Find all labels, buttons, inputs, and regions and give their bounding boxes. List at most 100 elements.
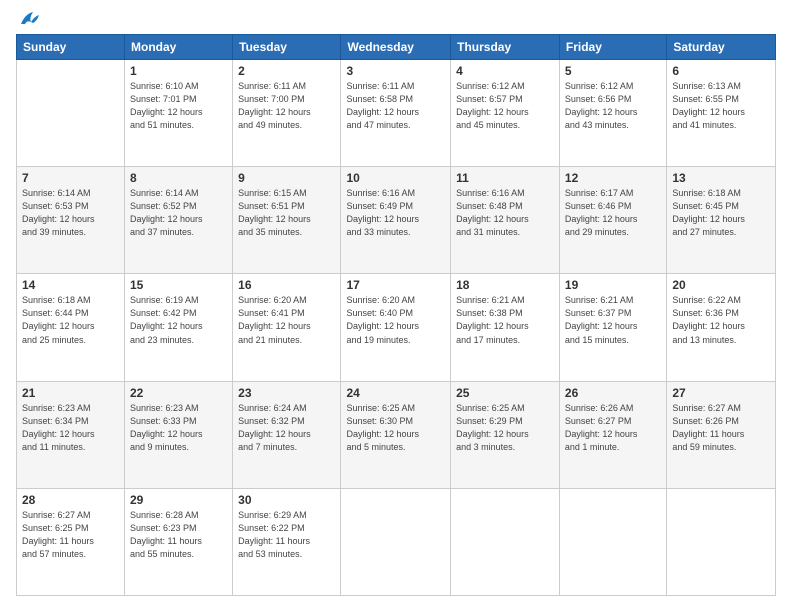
day-number: 20 bbox=[672, 278, 770, 292]
day-info: Sunrise: 6:11 AM Sunset: 6:58 PM Dayligh… bbox=[346, 80, 445, 132]
day-number: 3 bbox=[346, 64, 445, 78]
day-info: Sunrise: 6:25 AM Sunset: 6:29 PM Dayligh… bbox=[456, 402, 554, 454]
week-row-3: 21 Sunrise: 6:23 AM Sunset: 6:34 PM Dayli… bbox=[17, 381, 776, 488]
calendar-table: SundayMondayTuesdayWednesdayThursdayFrid… bbox=[16, 34, 776, 596]
day-number: 30 bbox=[238, 493, 335, 507]
day-number: 9 bbox=[238, 171, 335, 185]
day-info: Sunrise: 6:14 AM Sunset: 6:52 PM Dayligh… bbox=[130, 187, 227, 239]
calendar-cell: 17Sunrise: 6:20 AM Sunset: 6:40 PM Dayli… bbox=[341, 274, 451, 381]
calendar-cell: 3 Sunrise: 6:11 AM Sunset: 6:58 PM Daylig… bbox=[341, 60, 451, 167]
day-number: 7 bbox=[22, 171, 119, 185]
day-info: Sunrise: 6:11 AM Sunset: 7:00 PM Dayligh… bbox=[238, 80, 335, 132]
calendar-cell: 13Sunrise: 6:18 AM Sunset: 6:45 PM Dayli… bbox=[667, 167, 776, 274]
day-info: Sunrise: 6:27 AM Sunset: 6:25 PM Dayligh… bbox=[22, 509, 119, 561]
day-number: 10 bbox=[346, 171, 445, 185]
day-number: 23 bbox=[238, 386, 335, 400]
day-info: Sunrise: 6:16 AM Sunset: 6:48 PM Dayligh… bbox=[456, 187, 554, 239]
calendar-cell: 5Sunrise: 6:12 AM Sunset: 6:56 PM Daylig… bbox=[559, 60, 666, 167]
day-number: 1 bbox=[130, 64, 227, 78]
calendar-cell bbox=[341, 488, 451, 595]
calendar-body: 1 Sunrise: 6:10 AM Sunset: 7:01 PM Daylig… bbox=[17, 60, 776, 596]
day-info: Sunrise: 6:12 AM Sunset: 6:57 PM Dayligh… bbox=[456, 80, 554, 132]
calendar-cell bbox=[559, 488, 666, 595]
col-header-thursday: Thursday bbox=[451, 35, 560, 60]
day-info: Sunrise: 6:17 AM Sunset: 6:46 PM Dayligh… bbox=[565, 187, 661, 239]
week-row-1: 7 Sunrise: 6:14 AM Sunset: 6:53 PM Daylig… bbox=[17, 167, 776, 274]
calendar-cell: 8 Sunrise: 6:14 AM Sunset: 6:52 PM Daylig… bbox=[125, 167, 233, 274]
day-number: 22 bbox=[130, 386, 227, 400]
day-info: Sunrise: 6:16 AM Sunset: 6:49 PM Dayligh… bbox=[346, 187, 445, 239]
day-info: Sunrise: 6:14 AM Sunset: 6:53 PM Dayligh… bbox=[22, 187, 119, 239]
calendar-header: SundayMondayTuesdayWednesdayThursdayFrid… bbox=[17, 35, 776, 60]
day-number: 12 bbox=[565, 171, 661, 185]
calendar-cell: 6 Sunrise: 6:13 AM Sunset: 6:55 PM Daylig… bbox=[667, 60, 776, 167]
day-number: 4 bbox=[456, 64, 554, 78]
day-number: 26 bbox=[565, 386, 661, 400]
calendar-cell: 10 Sunrise: 6:16 AM Sunset: 6:49 PM Dayli… bbox=[341, 167, 451, 274]
day-info: Sunrise: 6:24 AM Sunset: 6:32 PM Dayligh… bbox=[238, 402, 335, 454]
day-number: 2 bbox=[238, 64, 335, 78]
calendar-cell: 26 Sunrise: 6:26 AM Sunset: 6:27 PM Dayli… bbox=[559, 381, 666, 488]
col-header-monday: Monday bbox=[125, 35, 233, 60]
calendar-cell bbox=[451, 488, 560, 595]
calendar-cell: 21 Sunrise: 6:23 AM Sunset: 6:34 PM Dayli… bbox=[17, 381, 125, 488]
day-number: 27 bbox=[672, 386, 770, 400]
day-info: Sunrise: 6:28 AM Sunset: 6:23 PM Dayligh… bbox=[130, 509, 227, 561]
day-info: Sunrise: 6:21 AM Sunset: 6:37 PM Dayligh… bbox=[565, 294, 661, 346]
day-number: 21 bbox=[22, 386, 119, 400]
day-info: Sunrise: 6:27 AM Sunset: 6:26 PM Dayligh… bbox=[672, 402, 770, 454]
calendar-cell: 24 Sunrise: 6:25 AM Sunset: 6:30 PM Dayli… bbox=[341, 381, 451, 488]
calendar-cell: 15Sunrise: 6:19 AM Sunset: 6:42 PM Dayli… bbox=[125, 274, 233, 381]
day-info: Sunrise: 6:10 AM Sunset: 7:01 PM Dayligh… bbox=[130, 80, 227, 132]
calendar-cell: 27 Sunrise: 6:27 AM Sunset: 6:26 PM Dayli… bbox=[667, 381, 776, 488]
calendar-cell: 11 Sunrise: 6:16 AM Sunset: 6:48 PM Dayli… bbox=[451, 167, 560, 274]
header bbox=[16, 16, 776, 24]
day-number: 11 bbox=[456, 171, 554, 185]
week-row-4: 28Sunrise: 6:27 AM Sunset: 6:25 PM Dayli… bbox=[17, 488, 776, 595]
day-info: Sunrise: 6:29 AM Sunset: 6:22 PM Dayligh… bbox=[238, 509, 335, 561]
calendar-cell: 18Sunrise: 6:21 AM Sunset: 6:38 PM Dayli… bbox=[451, 274, 560, 381]
calendar-cell: 29 Sunrise: 6:28 AM Sunset: 6:23 PM Dayli… bbox=[125, 488, 233, 595]
calendar-cell: 19Sunrise: 6:21 AM Sunset: 6:37 PM Dayli… bbox=[559, 274, 666, 381]
calendar-cell: 22 Sunrise: 6:23 AM Sunset: 6:33 PM Dayli… bbox=[125, 381, 233, 488]
calendar-cell: 28Sunrise: 6:27 AM Sunset: 6:25 PM Dayli… bbox=[17, 488, 125, 595]
week-row-2: 14Sunrise: 6:18 AM Sunset: 6:44 PM Dayli… bbox=[17, 274, 776, 381]
day-info: Sunrise: 6:22 AM Sunset: 6:36 PM Dayligh… bbox=[672, 294, 770, 346]
calendar-cell: 16Sunrise: 6:20 AM Sunset: 6:41 PM Dayli… bbox=[233, 274, 341, 381]
calendar-cell: 30 Sunrise: 6:29 AM Sunset: 6:22 PM Dayli… bbox=[233, 488, 341, 595]
day-info: Sunrise: 6:20 AM Sunset: 6:40 PM Dayligh… bbox=[346, 294, 445, 346]
calendar-cell: 23 Sunrise: 6:24 AM Sunset: 6:32 PM Dayli… bbox=[233, 381, 341, 488]
day-number: 24 bbox=[346, 386, 445, 400]
day-info: Sunrise: 6:26 AM Sunset: 6:27 PM Dayligh… bbox=[565, 402, 661, 454]
col-header-wednesday: Wednesday bbox=[341, 35, 451, 60]
day-number: 25 bbox=[456, 386, 554, 400]
calendar-cell bbox=[667, 488, 776, 595]
calendar-cell bbox=[17, 60, 125, 167]
logo-bird-icon bbox=[19, 10, 41, 28]
col-header-saturday: Saturday bbox=[667, 35, 776, 60]
day-info: Sunrise: 6:23 AM Sunset: 6:34 PM Dayligh… bbox=[22, 402, 119, 454]
calendar-cell: 4 Sunrise: 6:12 AM Sunset: 6:57 PM Daylig… bbox=[451, 60, 560, 167]
day-info: Sunrise: 6:12 AM Sunset: 6:56 PM Dayligh… bbox=[565, 80, 661, 132]
day-number: 29 bbox=[130, 493, 227, 507]
day-info: Sunrise: 6:15 AM Sunset: 6:51 PM Dayligh… bbox=[238, 187, 335, 239]
day-number: 8 bbox=[130, 171, 227, 185]
day-number: 15 bbox=[130, 278, 227, 292]
col-header-sunday: Sunday bbox=[17, 35, 125, 60]
day-number: 13 bbox=[672, 171, 770, 185]
calendar-cell: 25 Sunrise: 6:25 AM Sunset: 6:29 PM Dayli… bbox=[451, 381, 560, 488]
calendar-cell: 7 Sunrise: 6:14 AM Sunset: 6:53 PM Daylig… bbox=[17, 167, 125, 274]
calendar-cell: 2 Sunrise: 6:11 AM Sunset: 7:00 PM Daylig… bbox=[233, 60, 341, 167]
day-info: Sunrise: 6:18 AM Sunset: 6:44 PM Dayligh… bbox=[22, 294, 119, 346]
page: SundayMondayTuesdayWednesdayThursdayFrid… bbox=[0, 0, 792, 612]
logo bbox=[16, 16, 41, 24]
calendar-cell: 9 Sunrise: 6:15 AM Sunset: 6:51 PM Daylig… bbox=[233, 167, 341, 274]
col-header-tuesday: Tuesday bbox=[233, 35, 341, 60]
day-info: Sunrise: 6:25 AM Sunset: 6:30 PM Dayligh… bbox=[346, 402, 445, 454]
day-number: 18 bbox=[456, 278, 554, 292]
calendar-cell: 12 Sunrise: 6:17 AM Sunset: 6:46 PM Dayli… bbox=[559, 167, 666, 274]
day-info: Sunrise: 6:23 AM Sunset: 6:33 PM Dayligh… bbox=[130, 402, 227, 454]
header-row: SundayMondayTuesdayWednesdayThursdayFrid… bbox=[17, 35, 776, 60]
day-number: 6 bbox=[672, 64, 770, 78]
day-info: Sunrise: 6:13 AM Sunset: 6:55 PM Dayligh… bbox=[672, 80, 770, 132]
